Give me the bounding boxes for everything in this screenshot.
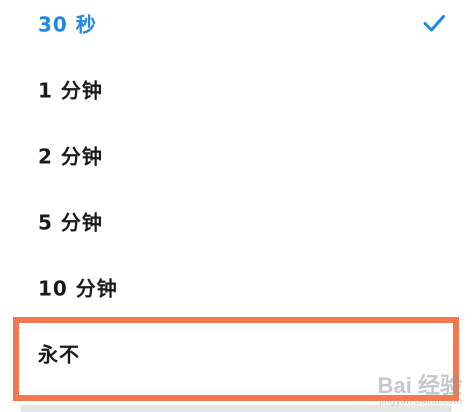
bottom-edge-bar: [20, 405, 452, 412]
option-10-minutes[interactable]: 10 分钟: [0, 255, 472, 319]
option-30-seconds[interactable]: 30 秒: [0, 0, 472, 55]
option-1-minute[interactable]: 1 分钟: [0, 57, 472, 121]
screen-timeout-options-list: 30 秒 1 分钟 2 分钟 5 分钟 10 分钟 永不: [0, 0, 472, 412]
option-label: 30 秒: [38, 12, 97, 37]
option-never[interactable]: 永不: [0, 321, 472, 385]
option-2-minutes[interactable]: 2 分钟: [0, 123, 472, 187]
option-5-minutes[interactable]: 5 分钟: [0, 189, 472, 253]
option-label: 10 分钟: [38, 276, 118, 301]
check-icon: [423, 15, 445, 32]
option-label: 永不: [38, 342, 80, 367]
option-label: 2 分钟: [38, 144, 103, 169]
option-label: 5 分钟: [38, 210, 103, 235]
option-label: 1 分钟: [38, 78, 103, 103]
